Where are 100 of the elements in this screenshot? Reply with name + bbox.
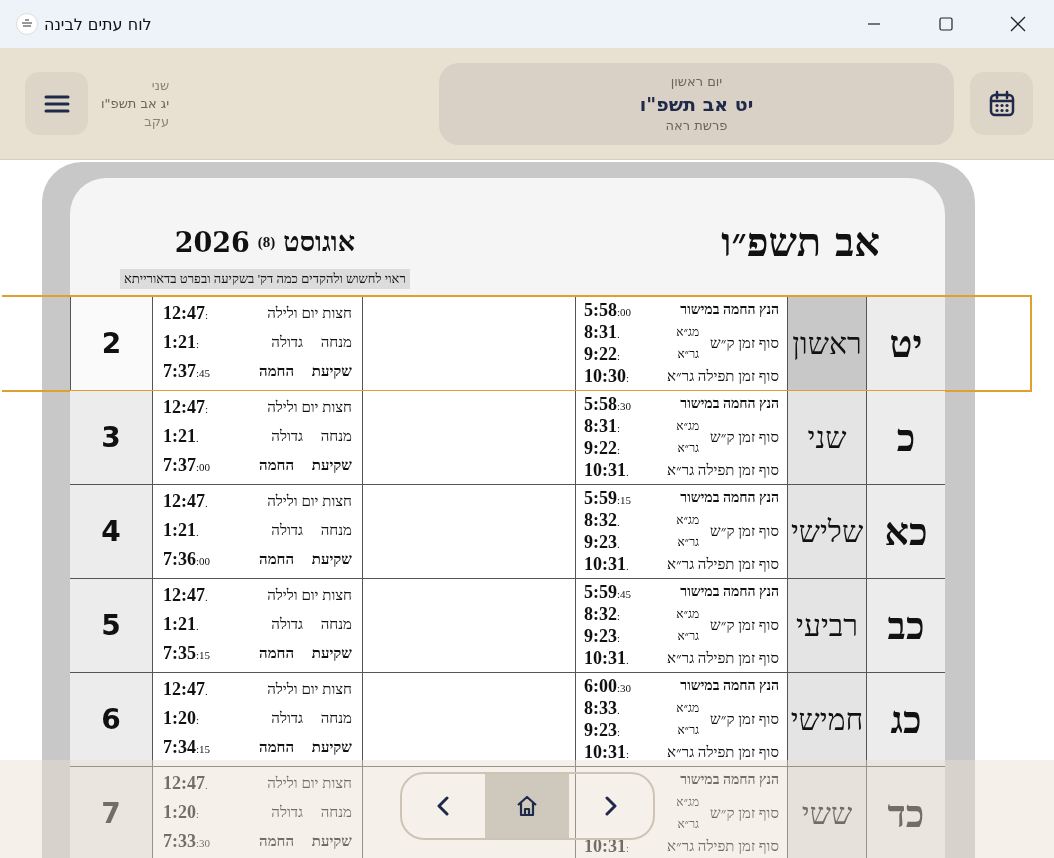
time-text: 9:22: <box>584 437 621 459</box>
time-text: 9:23. <box>584 531 620 553</box>
zman-label: חצות יום ולילה <box>266 775 352 792</box>
time-text: 12:47. <box>163 679 208 700</box>
time-text: 8:31. <box>584 321 620 343</box>
hebrew-day: כב <box>887 603 925 648</box>
time-text: 1:21. <box>163 426 199 447</box>
opinion-label: גר״א <box>676 440 700 456</box>
hebrew-day: כ <box>896 415 916 460</box>
zman-label: שקיעת החמה <box>259 833 352 850</box>
weekday-text: שני <box>150 76 170 95</box>
time-text: 7:35:15 <box>163 643 211 664</box>
hebrew-date-text: יג אב תשפ"ו <box>101 94 170 113</box>
time-text: 9:23: <box>584 719 621 741</box>
zman-label: חצות יום ולילה <box>266 587 352 604</box>
close-icon <box>1010 16 1026 32</box>
opinion-label: גר״א <box>676 722 700 738</box>
time-text: 8:33. <box>584 697 620 719</box>
zman-label: שקיעת החמה <box>259 457 352 474</box>
month-number: (8) <box>257 233 276 251</box>
opinion-label: גר״א <box>676 534 700 550</box>
time-text: 10:30: <box>584 365 630 387</box>
maximize-icon <box>939 17 953 31</box>
zman-label: מנחה גדולה <box>270 522 352 539</box>
zman-label: מנחה גדולה <box>270 804 352 821</box>
zman-label: סוף זמן תפילה גר״א <box>667 743 779 761</box>
hebrew-date-text: יט אב תשפ"ו <box>639 91 754 117</box>
current-day-panel[interactable]: יום ראשון יט אב תשפ"ו פרשת ראה <box>439 62 954 145</box>
hebrew-month-title: אב תשפ״ו <box>721 218 880 267</box>
zman-label: שקיעת החמה <box>259 645 352 662</box>
app-icon <box>16 13 38 35</box>
time-text: 5:58:00 <box>584 299 632 321</box>
weekday-name: ראשון <box>792 326 862 361</box>
zman-label: מנחה גדולה <box>270 616 352 633</box>
time-text: 7:33:30 <box>163 831 211 852</box>
calendar-icon <box>987 89 1016 118</box>
time-text: 5:59:45 <box>584 581 632 603</box>
weekday-name: שני <box>807 420 847 455</box>
gregorian-date: 2 <box>101 327 122 360</box>
time-text: 10:31. <box>584 553 629 575</box>
time-text: 1:21. <box>163 520 199 541</box>
calendar-button[interactable] <box>970 72 1033 135</box>
time-text: 10:31: <box>584 741 630 763</box>
time-text: 10:31. <box>584 647 629 669</box>
opinion-label: מג״א <box>675 794 700 810</box>
opinion-label: גר״א <box>676 628 700 644</box>
time-text: 9:23: <box>584 625 621 647</box>
zman-label: הנץ החמה במישור <box>679 396 779 412</box>
zman-label: חצות יום ולילה <box>266 399 352 416</box>
menu-button[interactable] <box>25 72 88 135</box>
gregorian-year: 2026 <box>174 226 250 258</box>
opinion-label: גר״א <box>676 346 700 362</box>
time-text: 1:21: <box>163 332 200 353</box>
gregorian-date: 6 <box>101 703 121 736</box>
zman-label: הנץ החמה במישור <box>679 490 779 506</box>
zman-label: מנחה גדולה <box>270 428 352 445</box>
gregorian-month-title: אוגוסט <box>283 226 356 258</box>
time-text: 5:58:30 <box>584 393 632 415</box>
time-text: 12:47. <box>163 491 208 512</box>
gregorian-date: 5 <box>101 609 121 642</box>
parasha-text: פרשת ראה <box>665 116 728 135</box>
zman-label: שקיעת החמה <box>259 363 352 380</box>
zman-label: סוף זמן ק״ש <box>709 616 779 634</box>
time-text: 12:47. <box>163 773 208 794</box>
time-text: 7:37:00 <box>163 455 211 476</box>
zman-label: שקיעת החמה <box>259 739 352 756</box>
zman-label: סוף זמן תפילה גר״א <box>667 837 779 855</box>
menu-icon <box>43 93 70 114</box>
zman-label: הנץ החמה במישור <box>679 772 779 788</box>
time-text: 1:20: <box>163 708 200 729</box>
zman-label: סוף זמן ק״ש <box>709 804 779 822</box>
time-text: 8:32: <box>584 603 621 625</box>
home-icon <box>515 794 539 818</box>
time-text: 7:34:15 <box>163 737 211 758</box>
hebrew-day: כא <box>884 509 928 554</box>
time-text: 12:47: <box>163 303 209 324</box>
time-text: 10:31. <box>584 459 629 481</box>
zman-label: סוף זמן תפילה גר״א <box>667 649 779 667</box>
zman-label: סוף זמן ק״ש <box>709 522 779 540</box>
note-text: ראוי לחשוש ולהקדים כמה דק' בשקיעה ובפרט בדאורייתא <box>120 269 410 289</box>
weekday-text: יום ראשון <box>670 72 723 91</box>
zman-label: הנץ החמה במישור <box>679 302 779 318</box>
zman-label: סוף זמן תפילה גר״א <box>667 367 779 385</box>
zman-label: סוף זמן ק״ש <box>709 334 779 352</box>
time-text: 6:00:30 <box>584 675 632 697</box>
time-text: 8:31: <box>584 415 621 437</box>
gregorian-date: 4 <box>101 515 121 548</box>
weekday-name: רביעי <box>796 608 858 643</box>
parasha-text: עקב <box>143 112 170 131</box>
weekday-name: ששי <box>801 796 853 831</box>
time-text: 12:47. <box>163 585 208 606</box>
time-text: 7:37:45 <box>163 361 211 382</box>
zman-label: חצות יום ולילה <box>266 305 352 322</box>
zman-label: סוף זמן ק״ש <box>709 428 779 446</box>
zman-label: סוף זמן ק״ש <box>709 710 779 728</box>
home-button[interactable] <box>485 774 569 838</box>
time-text: 7:36:00 <box>163 549 211 570</box>
time-text: 8:32. <box>584 509 620 531</box>
gregorian-date: 7 <box>101 797 121 830</box>
gregorian-date: 3 <box>101 421 121 454</box>
